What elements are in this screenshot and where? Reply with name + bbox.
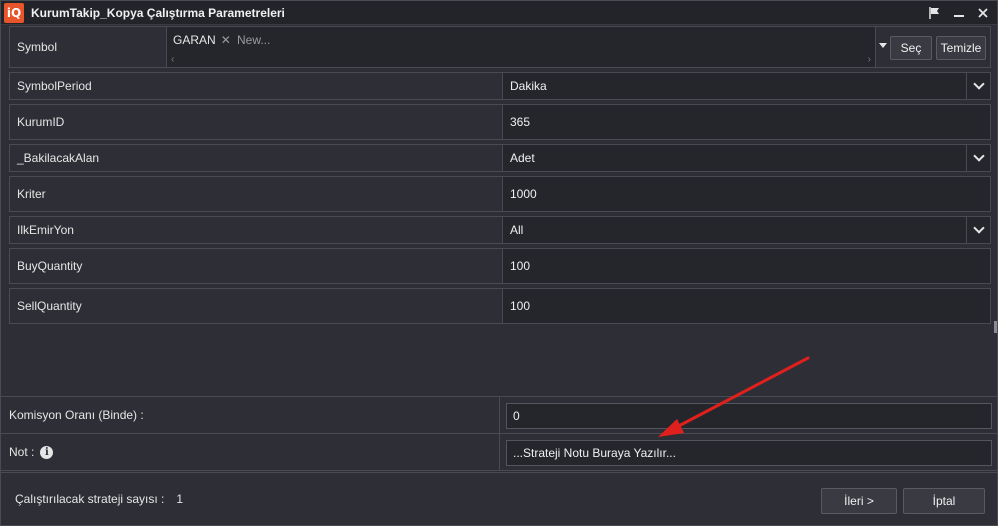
dialog-window: iQ KurumTakip_Kopya Çalıştırma Parametre… [0, 0, 998, 526]
symbolperiod-select[interactable]: Dakika [502, 73, 990, 99]
scroll-left-icon[interactable]: ‹ [171, 55, 174, 65]
chevron-down-icon[interactable] [966, 217, 990, 243]
symbol-token-input[interactable]: GARAN ✕ New... ‹ › [166, 27, 876, 67]
scroll-edge-indicator [994, 321, 997, 333]
param-label: SymbolPeriod [17, 79, 92, 93]
note-input[interactable]: ...Strateji Notu Buraya Yazılır... [506, 440, 992, 466]
horizontal-scrollbar[interactable]: ‹ › [171, 55, 871, 65]
symbol-token[interactable]: GARAN ✕ [173, 33, 231, 47]
minimize-icon[interactable] [949, 3, 969, 23]
cancel-button[interactable]: İptal [903, 488, 985, 514]
buyquantity-input[interactable]: 100 [502, 249, 990, 283]
next-button[interactable]: İleri > [821, 488, 897, 514]
select-value: Adet [510, 151, 535, 165]
strategy-count-value: 1 [176, 492, 184, 506]
window-title: KurumTakip_Kopya Çalıştırma Parametreler… [31, 5, 285, 20]
clear-button[interactable]: Temizle [936, 36, 986, 60]
param-row-sellquantity: SellQuantity 100 [9, 288, 991, 324]
symbol-token-label: GARAN [173, 33, 216, 47]
params-empty-area [9, 325, 991, 395]
kriter-input[interactable]: 1000 [502, 177, 990, 211]
dialog-footer: Çalıştırılacak strateji sayısı : 1 İleri… [1, 473, 997, 525]
param-label: SellQuantity [17, 299, 82, 313]
param-row-ilkemiryon: IlkEmirYon All [9, 216, 991, 244]
commission-label: Komisyon Oranı (Binde) : [9, 408, 144, 422]
chevron-down-icon[interactable] [966, 73, 990, 99]
kurumid-input[interactable]: 365 [502, 105, 990, 139]
param-row-symbolperiod: SymbolPeriod Dakika [9, 72, 991, 100]
param-row-bakilacakalan: _BakilacakAlan Adet [9, 144, 991, 172]
commission-input[interactable]: 0 [506, 403, 992, 429]
param-label: KurumID [17, 115, 65, 129]
scroll-right-icon[interactable]: › [868, 55, 871, 65]
info-icon[interactable]: i [40, 445, 54, 459]
ilkemiryon-select[interactable]: All [502, 217, 990, 243]
title-bar[interactable]: iQ KurumTakip_Kopya Çalıştırma Parametre… [1, 1, 997, 25]
param-label: IlkEmirYon [17, 223, 74, 237]
param-row-kriter: Kriter 1000 [9, 176, 991, 212]
symbol-dropdown-icon[interactable] [878, 41, 888, 51]
note-label: Not : [9, 445, 35, 459]
param-row-buyquantity: BuyQuantity 100 [9, 248, 991, 284]
remove-token-icon[interactable]: ✕ [221, 33, 231, 47]
bakilacakalan-select[interactable]: Adet [502, 145, 990, 171]
strategy-count-label: Çalıştırılacak strateji sayısı : [15, 492, 165, 506]
strategy-count: Çalıştırılacak strateji sayısı : 1 [15, 473, 183, 525]
select-value: Dakika [510, 79, 547, 93]
param-label: Kriter [17, 187, 46, 201]
note-label-group: Not : i [9, 434, 54, 470]
flag-icon[interactable] [925, 3, 945, 23]
sellquantity-input[interactable]: 100 [502, 289, 990, 323]
note-row: Not : i ...Strateji Notu Buraya Yazılır.… [1, 434, 997, 471]
param-label: BuyQuantity [17, 259, 83, 273]
app-logo-icon: iQ [4, 2, 24, 23]
title-actions [925, 3, 993, 23]
param-row-symbol: Symbol GARAN ✕ New... ‹ › Seç Temizle [9, 26, 991, 68]
select-value: All [510, 223, 524, 237]
chevron-down-icon[interactable] [966, 145, 990, 171]
column-separator [499, 397, 500, 433]
column-separator [499, 434, 500, 470]
commission-row: Komisyon Oranı (Binde) : 0 [1, 397, 997, 434]
symbol-placeholder[interactable]: New... [237, 33, 270, 47]
param-label: _BakilacakAlan [17, 151, 100, 165]
select-button[interactable]: Seç [890, 36, 932, 60]
close-icon[interactable] [973, 3, 993, 23]
param-label: Symbol [17, 40, 58, 54]
param-row-kurumid: KurumID 365 [9, 104, 991, 140]
